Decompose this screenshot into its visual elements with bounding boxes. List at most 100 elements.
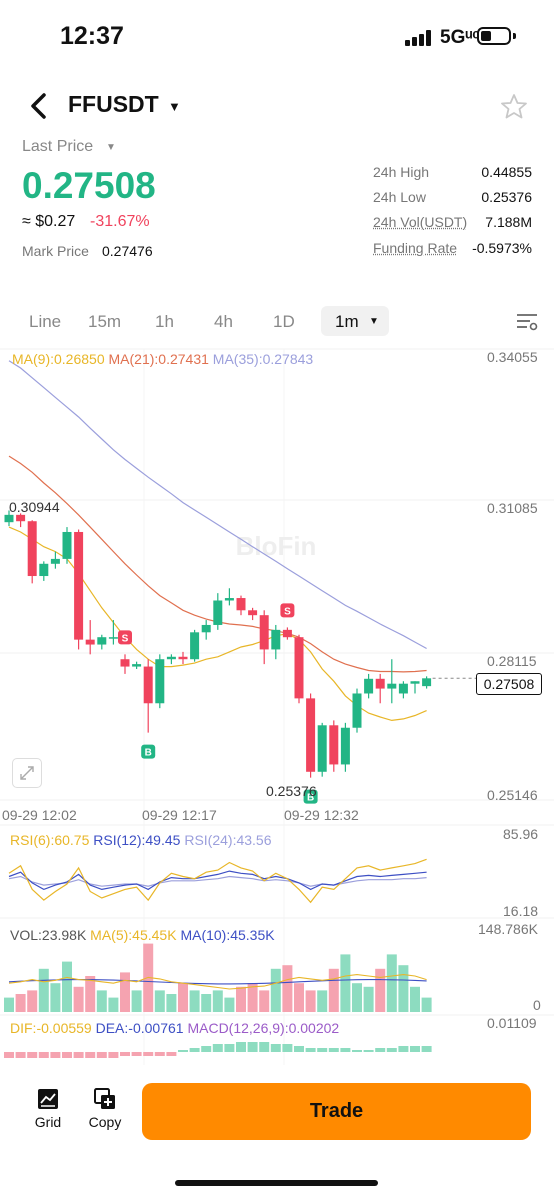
volume-bar (85, 976, 96, 1012)
tab-1m-dropdown-icon: ▼ (369, 316, 379, 327)
volume-bar (166, 994, 177, 1012)
candle-body (27, 521, 37, 577)
candle-body (248, 610, 258, 616)
macd-bar (224, 1044, 235, 1052)
macd-y-top: 0.01109 (487, 1015, 537, 1031)
home-indicator (175, 1180, 378, 1186)
tab-1h[interactable]: 1h (155, 312, 174, 332)
volume-bar (4, 997, 14, 1012)
tab-15m[interactable]: 15m (88, 312, 121, 332)
volume-bar (270, 968, 281, 1012)
macd-bar (50, 1052, 61, 1058)
tab-1m[interactable]: 1m ▼ (321, 306, 389, 336)
volume-bar (352, 983, 362, 1012)
volume-bar (154, 990, 165, 1012)
tab-4h[interactable]: 4h (214, 312, 233, 332)
last-price-label[interactable]: Last Price (22, 138, 93, 156)
macd-bar (120, 1052, 130, 1056)
status-time: 12:37 (60, 22, 124, 50)
candle-body (74, 531, 84, 640)
candle-body (364, 678, 374, 694)
battery-icon (477, 27, 511, 45)
tab-line[interactable]: Line (29, 312, 61, 332)
volume-legend: VOL:23.98K MA(5):45.45K MA(10):45.35K (10, 927, 275, 943)
stat-24h-low-value: 0.25376 (481, 189, 532, 205)
mark-price-value: 0.27476 (102, 243, 153, 259)
volume-bar (62, 961, 72, 1012)
ma35-legend: MA(35):0.27843 (212, 351, 314, 367)
y-tick-3: 0.25146 (487, 787, 538, 803)
back-icon[interactable] (28, 92, 50, 120)
volume-bar (294, 983, 304, 1012)
candle-body (224, 598, 234, 601)
candle-body (120, 659, 130, 667)
candle-body (132, 664, 142, 667)
low-marker-label: 0.25376 (266, 783, 317, 799)
favorite-star-icon[interactable] (500, 93, 528, 119)
vol-legend: VOL:23.98K (10, 927, 87, 943)
candle-body (39, 563, 49, 577)
volume-bar (317, 990, 328, 1012)
y-tick-2: 0.28115 (487, 653, 537, 669)
volume-bar (236, 986, 246, 1012)
stat-24h-low-label: 24h Low (373, 189, 426, 205)
last-price-dropdown-icon[interactable]: ▼ (106, 142, 116, 153)
expand-chart-button[interactable] (12, 758, 42, 788)
volume-bar (189, 990, 200, 1012)
volume-bar (421, 997, 432, 1012)
dea-legend: DEA:-0.00761 (95, 1020, 184, 1036)
macd-bar (270, 1044, 281, 1052)
pair-dropdown-icon[interactable]: ▼ (168, 99, 181, 114)
macd-bar (212, 1044, 223, 1052)
rsi12-legend: RSI(12):49.45 (93, 832, 181, 848)
volume-bar (108, 997, 119, 1012)
macd-bar (352, 1050, 362, 1052)
volume-bar (50, 983, 61, 1012)
macd-legend: DIF:-0.00559 DEA:-0.00761 MACD(12,26,9):… (10, 1020, 339, 1036)
candlestick-chart[interactable]: BloFin SBSB (0, 345, 554, 1065)
copy-button[interactable]: Copy (85, 1087, 125, 1130)
trade-button[interactable]: Trade (142, 1083, 531, 1140)
stat-funding-rate-label[interactable]: Funding Rate (373, 240, 457, 256)
grid-button[interactable]: Grid (28, 1087, 68, 1130)
rsi-y-bottom: 16.18 (503, 903, 539, 919)
rsi6-legend: RSI(6):60.75 (10, 832, 90, 848)
macd-bar (317, 1048, 328, 1052)
macd-bar (15, 1052, 26, 1058)
macd-bar (328, 1048, 339, 1052)
change-percent: -31.67% (90, 213, 150, 230)
y-tick-1: 0.31085 (487, 500, 538, 516)
stat-24h-vol-label[interactable]: 24h Vol(USDT) (373, 214, 467, 230)
last-price: 0.27508 (22, 165, 156, 206)
candle-body (190, 632, 200, 660)
pair-title[interactable]: FFUSDT (68, 91, 159, 118)
usd-approx: ≈ $0.27 (22, 213, 76, 230)
vol-ma10-legend: MA(10):45.35K (180, 927, 275, 943)
candle-body (329, 725, 339, 765)
vol-ma5-legend: MA(5):45.45K (90, 927, 177, 943)
expand-icon (20, 766, 34, 780)
volume-bar (375, 968, 386, 1012)
candle-body (143, 666, 153, 704)
macd-bar (166, 1052, 177, 1056)
macd-bar (410, 1046, 420, 1052)
macd-bar (247, 1042, 258, 1052)
ma21-legend: MA(21):0.27431 (108, 351, 209, 367)
tab-1d[interactable]: 1D (273, 312, 295, 332)
timeframe-tabs: Line 15m 1h 4h 1D 1m ▼ (0, 306, 554, 340)
macd-bar (73, 1052, 84, 1058)
rsi24-legend: RSI(24):43.56 (184, 832, 272, 848)
volume-bar (386, 954, 397, 1012)
candle-body (294, 637, 304, 699)
candle-body (62, 531, 72, 559)
chart-settings-icon[interactable] (516, 312, 538, 332)
macd-bar (4, 1052, 14, 1058)
x-tick-1: 09-29 12:17 (142, 807, 217, 823)
battery-cap (513, 33, 516, 39)
candle-body (282, 629, 292, 638)
macd-bar (189, 1048, 200, 1052)
rsi6-line (8, 858, 427, 904)
macd-bar (27, 1052, 38, 1058)
stat-funding-rate-value: -0.5973% (472, 240, 532, 256)
volume-bar (305, 990, 316, 1012)
